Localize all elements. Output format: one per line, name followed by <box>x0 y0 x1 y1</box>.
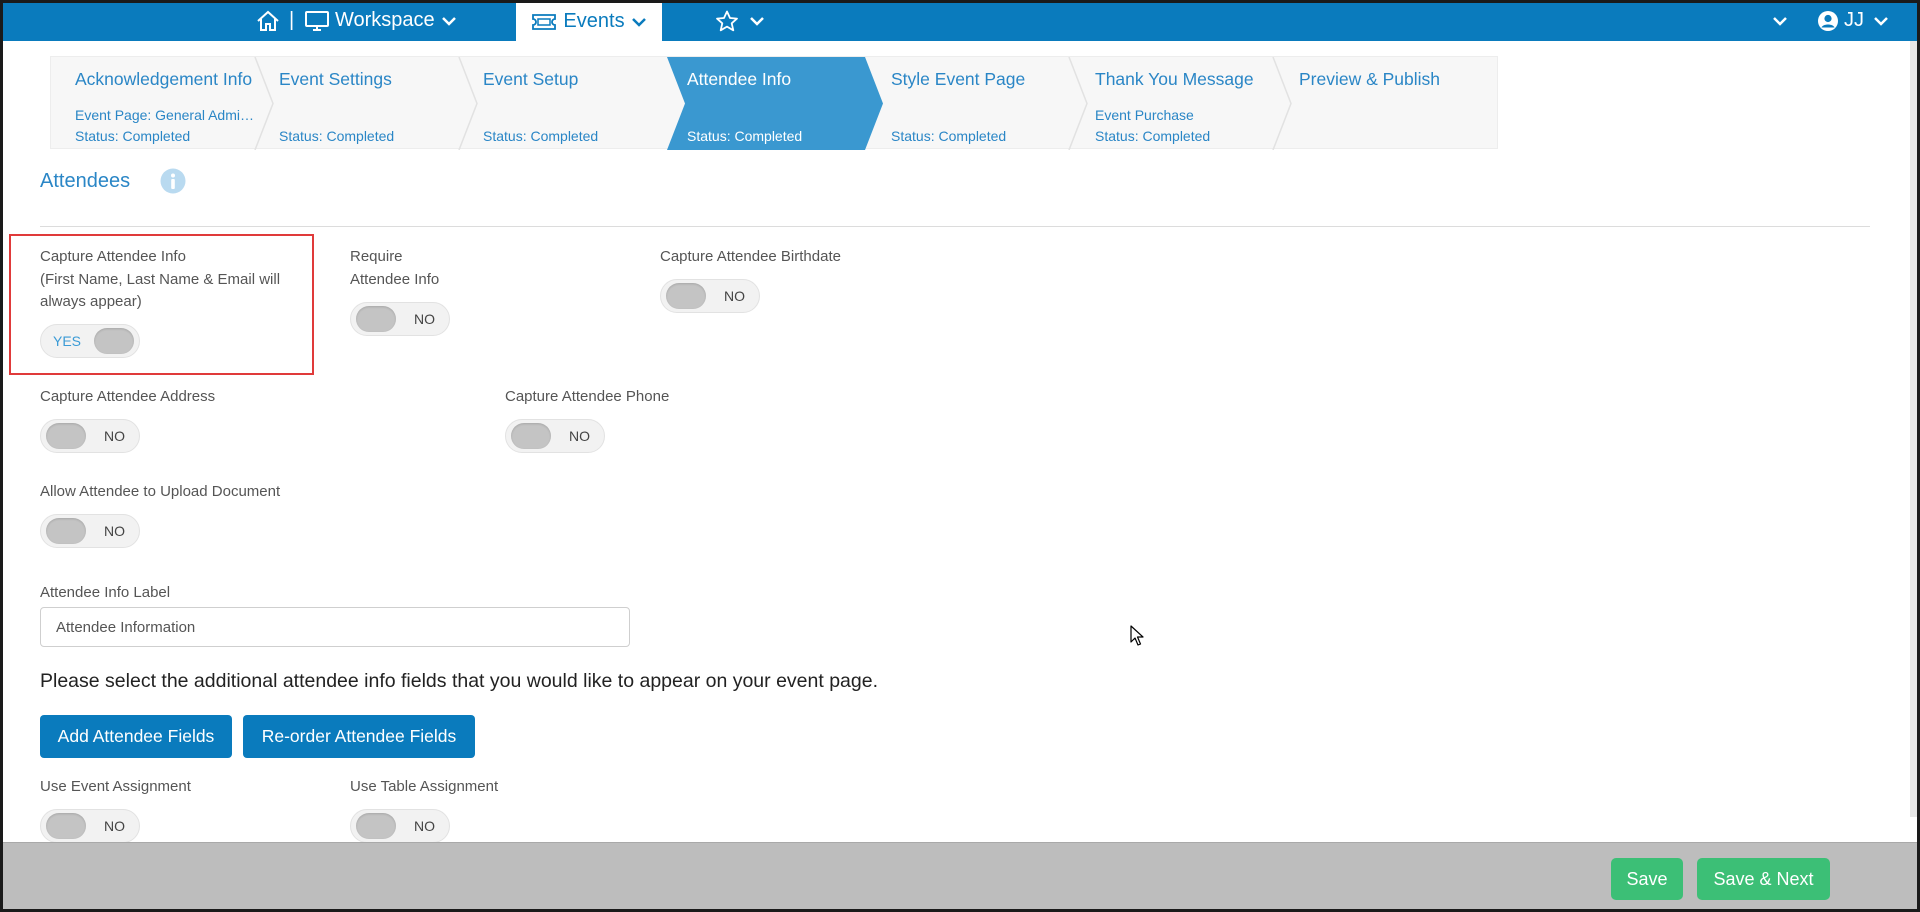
workspace-label: Workspace <box>335 9 435 31</box>
step-title: Event Settings <box>279 69 392 89</box>
step-status: Status: Completed <box>75 128 191 144</box>
attendee-info-label-heading: Attendee Info Label <box>40 584 171 601</box>
capture-address-toggle[interactable]: NO <box>40 419 140 453</box>
chevron-down-icon <box>441 16 456 26</box>
step-status: Status: Completed <box>1095 128 1211 144</box>
step-title: Style Event Page <box>891 69 1026 89</box>
toggle-knob <box>94 328 134 354</box>
capture-birthdate-label: Capture Attendee Birthdate <box>660 248 841 265</box>
collapse-menu-button[interactable] <box>1772 0 1788 41</box>
step-event-settings[interactable]: Event Settings Status: Completed <box>255 57 459 150</box>
label-line: (First Name, Last Name & Email will <box>40 270 281 288</box>
toggle-state: NO <box>104 523 125 539</box>
add-attendee-fields-button[interactable]: Add Attendee Fields <box>40 715 232 758</box>
event-assignment-label: Use Event Assignment <box>40 778 191 795</box>
info-icon[interactable] <box>160 168 186 194</box>
step-title: Preview & Publish <box>1299 69 1441 89</box>
user-avatar-icon <box>1818 10 1838 31</box>
label-line: Capture Attendee Info <box>40 248 186 265</box>
toggle-state: NO <box>104 818 125 834</box>
save-button[interactable]: Save <box>1611 858 1683 900</box>
mouse-cursor-icon <box>1130 625 1144 646</box>
toggle-state: NO <box>569 428 590 444</box>
capture-address-label: Capture Attendee Address <box>40 388 216 405</box>
wizard-steps: Acknowledgement Info Event Page: General… <box>50 56 1499 150</box>
step-subtitle: Event Purchase <box>1095 107 1194 123</box>
attendee-info-label-input[interactable] <box>40 607 630 647</box>
upload-document-toggle[interactable]: NO <box>40 514 140 548</box>
step-acknowledgement-info[interactable]: Acknowledgement Info Event Page: General… <box>51 57 257 150</box>
toggle-knob <box>511 423 551 449</box>
capture-birthdate-toggle[interactable]: NO <box>660 279 760 313</box>
table-assignment-label: Use Table Assignment <box>350 778 499 795</box>
home-button[interactable] <box>256 0 280 41</box>
table-assignment-toggle[interactable]: NO <box>350 809 450 843</box>
star-icon <box>716 10 738 31</box>
capture-attendee-info-label: Capture Attendee Info (First Name, Last … <box>40 246 280 314</box>
toggle-knob <box>46 518 86 544</box>
toggle-knob <box>666 283 706 309</box>
event-assignment-toggle[interactable]: NO <box>40 809 140 843</box>
user-initials: JJ <box>1844 9 1864 31</box>
nav-separator: | <box>289 9 295 31</box>
vertical-scrollbar[interactable] <box>1910 41 1917 817</box>
capture-phone-label: Capture Attendee Phone <box>505 388 670 405</box>
attendee-fields-prompt: Please select the additional attendee in… <box>40 670 878 692</box>
chevron-down-icon <box>1773 16 1787 26</box>
step-subtitle: Event Page: General Admis... <box>75 107 257 123</box>
capture-attendee-info-toggle[interactable]: YES <box>40 324 140 358</box>
require-attendee-info-toggle[interactable]: NO <box>350 302 450 336</box>
events-label: Events <box>563 10 625 32</box>
toggle-knob <box>356 306 396 332</box>
require-attendee-info-label: Require Attendee Info <box>350 246 439 291</box>
toggle-state: YES <box>53 333 82 349</box>
section-title: Attendees <box>40 170 131 192</box>
label-line: always appear) <box>40 293 142 310</box>
step-title: Attendee Info <box>687 69 792 89</box>
toggle-knob <box>46 813 86 839</box>
step-status: Status: Completed <box>483 128 599 144</box>
label-line: Attendee Info <box>350 270 440 288</box>
workspace-menu[interactable]: Workspace <box>305 0 457 41</box>
toggle-state: NO <box>104 428 125 444</box>
ticket-icon <box>532 13 557 30</box>
step-style-event-page[interactable]: Style Event Page Status: Completed <box>867 57 1071 150</box>
step-status: Status: Completed <box>687 128 803 144</box>
toggle-knob <box>356 813 396 839</box>
toggle-state: NO <box>414 311 435 327</box>
toggle-knob <box>46 423 86 449</box>
step-attendee-info[interactable]: Attendee Info Status: Completed <box>663 57 867 150</box>
save-and-next-button[interactable]: Save & Next <box>1697 858 1830 900</box>
section-divider <box>40 226 1870 227</box>
label-line: Require <box>350 248 403 265</box>
step-thank-you-message[interactable]: Thank You Message Event Purchase Status:… <box>1071 57 1275 150</box>
step-title: Event Setup <box>483 69 579 89</box>
chevron-down-icon <box>631 17 646 27</box>
top-nav-bar: | Workspace Events JJ <box>0 0 1920 41</box>
toggle-state: NO <box>414 818 435 834</box>
step-title: Thank You Message <box>1095 69 1254 89</box>
step-status: Status: Completed <box>891 128 1007 144</box>
step-title: Acknowledgement Info <box>75 69 253 89</box>
step-preview-publish[interactable]: Preview & Publish <box>1275 57 1499 150</box>
toggle-state: NO <box>724 288 745 304</box>
capture-phone-toggle[interactable]: NO <box>505 419 605 453</box>
step-status: Status: Completed <box>279 128 395 144</box>
chevron-down-icon <box>1874 16 1888 26</box>
monitor-icon <box>305 10 329 31</box>
user-menu[interactable]: JJ <box>1817 0 1889 41</box>
step-event-setup[interactable]: Event Setup Status: Completed <box>459 57 663 150</box>
reorder-attendee-fields-button[interactable]: Re-order Attendee Fields <box>243 715 475 758</box>
chevron-down-icon <box>750 16 764 26</box>
events-tab[interactable]: Events <box>516 2 662 41</box>
upload-document-label: Allow Attendee to Upload Document <box>40 483 281 500</box>
home-icon <box>257 10 279 31</box>
favorites-menu[interactable] <box>715 0 765 41</box>
